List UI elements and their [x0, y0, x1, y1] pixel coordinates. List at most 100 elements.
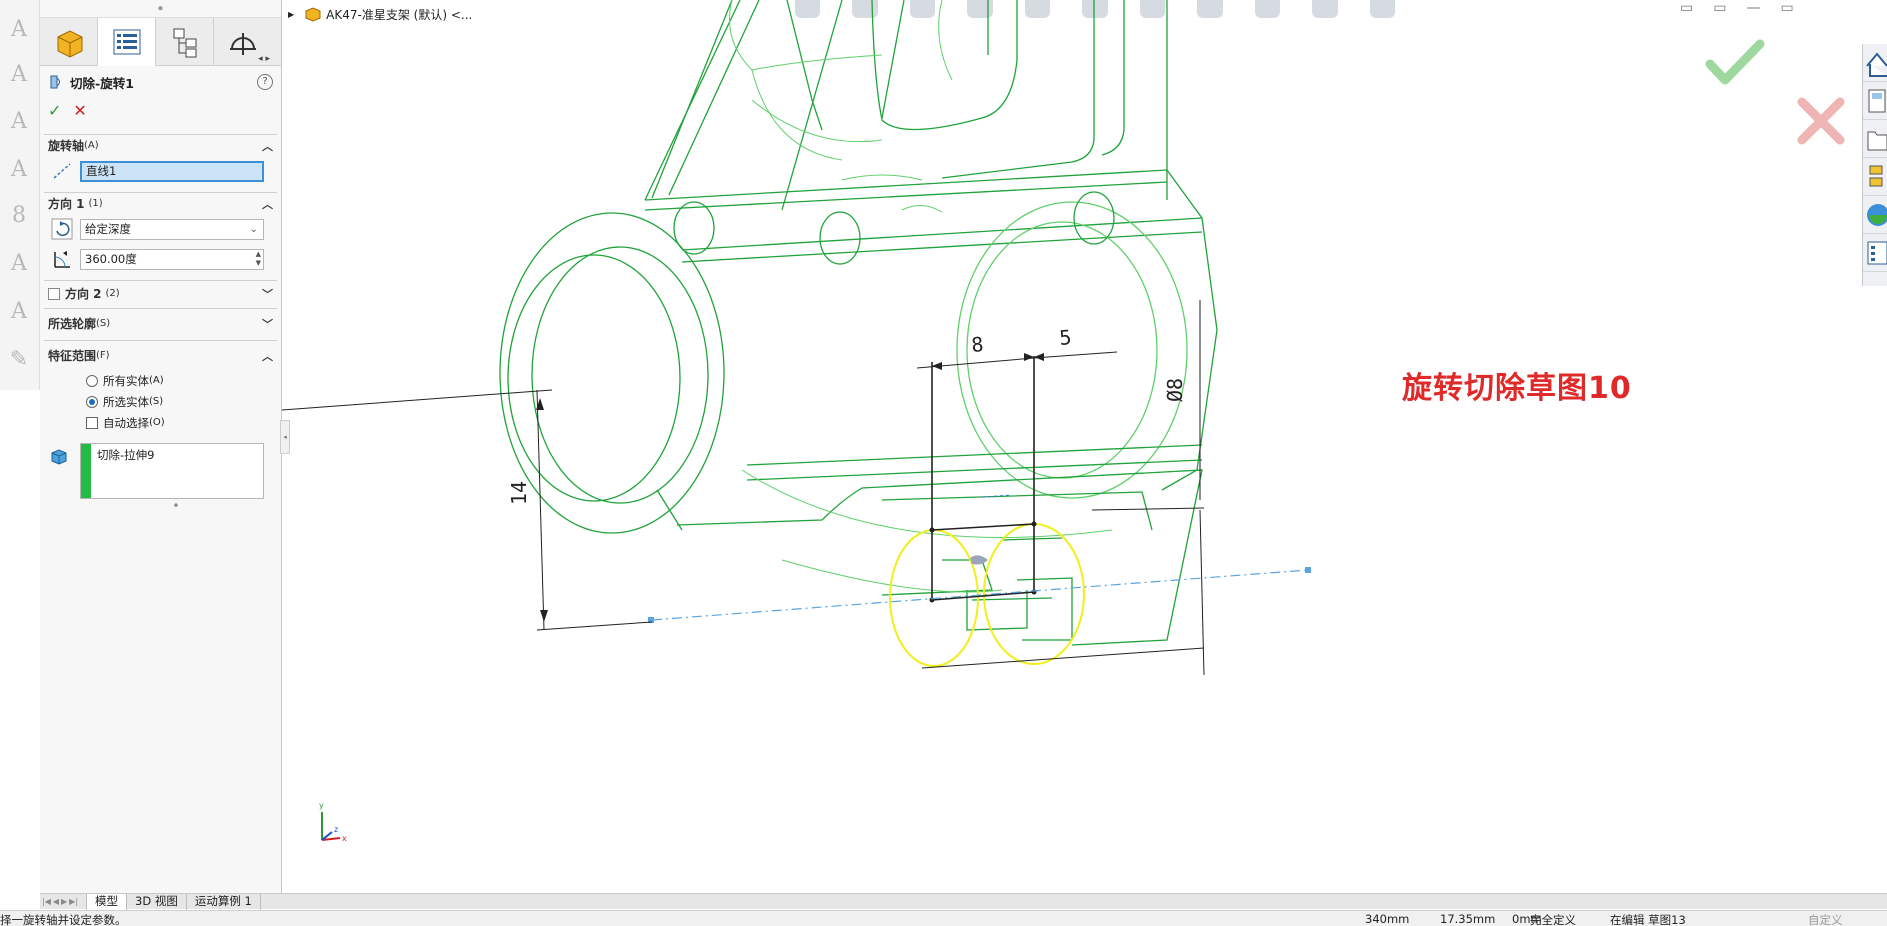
graphics-area[interactable]: 14 8 5 Ø8 y x z [282, 0, 1862, 893]
radio-selected-bodies[interactable] [86, 395, 98, 408]
scope-all-bodies[interactable]: 所有实体 (A) [44, 370, 277, 391]
bodies-listbox[interactable]: 切除-拉伸9 [80, 443, 264, 499]
direction1-group: 方向 1 (1) ︿ 给定深度 ⌄ 360.00度 ▲ ▼ [44, 192, 277, 274]
contours-title: 所选轮廓 [48, 317, 97, 331]
tab-3d-view[interactable]: 3D 视图 [126, 893, 186, 910]
contours-suffix: (S) [96, 318, 111, 329]
status-units[interactable]: 自定义 [1808, 912, 1843, 926]
dimension-5[interactable]: 5 [1058, 325, 1072, 350]
centerline[interactable] [651, 569, 1309, 621]
direction2-header[interactable]: 方向 2 (2) ﹀ [44, 280, 277, 306]
contours-group: 所选轮廓 (S) ﹀ [44, 308, 277, 338]
dimension-8[interactable]: 8 [970, 332, 984, 357]
status-state: 完全定义 [1530, 913, 1576, 926]
home-icon[interactable] [1863, 44, 1887, 82]
custom-properties-icon[interactable] [1863, 234, 1887, 272]
pm-grip[interactable]: ⦁ [40, 0, 281, 18]
direction2-checkbox[interactable] [48, 287, 60, 300]
status-message: 择一旋转轴并设定参数。 [0, 913, 127, 926]
resources-icon[interactable] [1863, 82, 1887, 120]
direction1-suffix: (1) [88, 198, 103, 209]
auto-select-checkbox[interactable] [86, 416, 98, 429]
collapse-chevron-icon[interactable]: ︿ [262, 138, 273, 154]
scope-selected-bodies[interactable]: 所选实体 (S) [44, 391, 277, 412]
chevron-down-icon: ⌄ [249, 223, 258, 235]
pm-header: 切除-旋转1 ? [40, 66, 281, 98]
part-icon [57, 30, 82, 58]
triad-z-label: z [334, 825, 338, 834]
angle-row: 360.00度 ▲ ▼ [44, 244, 277, 274]
tab-scroll-icon[interactable]: ◂ ▸ [258, 54, 270, 64]
auto-select-label: 自动选择 [103, 415, 149, 430]
model-wireframe [499, 0, 1218, 646]
axis-group-header[interactable]: 旋转轴 (A) ︿ [44, 134, 277, 156]
expand-chevron-icon[interactable]: ﹀ [262, 286, 273, 302]
tab-feature-manager[interactable] [40, 18, 98, 66]
triad-x-label: x [342, 834, 347, 843]
end-condition-row: 给定深度 ⌄ [44, 214, 277, 244]
auto-select-suffix: (O) [149, 417, 165, 428]
axis-row: 直线1 [44, 156, 277, 186]
triad-y-label: y [319, 801, 324, 810]
balloon-icon[interactable]: 8 [2, 196, 36, 234]
model-hidden-edges [729, 0, 1113, 593]
config-tree-icon [173, 28, 196, 58]
tab-dimxpert[interactable]: ◂ ▸ [214, 18, 272, 66]
appearances-icon[interactable] [1863, 196, 1887, 234]
angle-value: 360.00度 [85, 251, 137, 266]
axis-group-suffix: (A) [84, 140, 99, 151]
axis-group: 旋转轴 (A) ︿ 直线1 [44, 134, 277, 186]
radio-all-bodies[interactable] [86, 374, 98, 387]
scope-group: 特征范围 (F) ︿ 所有实体 (A) 所选实体 (S) 自动选择 (O) [44, 340, 277, 433]
view-triad: y x z [319, 801, 347, 843]
axis-selection-field[interactable]: 直线1 [80, 160, 264, 182]
cancel-button[interactable]: ✕ [73, 101, 86, 120]
tab-configuration-manager[interactable] [156, 18, 214, 66]
text-tool-icon[interactable]: A [2, 10, 36, 48]
status-x: 340mm [1365, 912, 1410, 926]
annotation-icon[interactable]: A [2, 102, 36, 140]
property-manager: ⦁ ◂ ▸ 切除-旋转1 ? ✓ ✕ 旋转轴 (A) ︿ 直线1 方向 1 (1… [40, 0, 282, 896]
solid-body-icon [50, 448, 68, 469]
collapse-chevron-icon[interactable]: ︿ [262, 196, 273, 212]
body-color-bar [81, 444, 91, 498]
angle-icon [50, 248, 74, 270]
direction2-suffix: (2) [105, 288, 120, 299]
ok-button[interactable]: ✓ [48, 101, 61, 120]
axis-group-title: 旋转轴 [48, 139, 85, 153]
collapse-chevron-icon[interactable]: ︿ [262, 348, 273, 364]
weld-icon[interactable]: A [2, 292, 36, 330]
selected-bodies-label: 所选实体 [103, 394, 149, 409]
scope-header[interactable]: 特征范围 (F) ︿ [44, 340, 277, 370]
selected-bodies-suffix: (S) [149, 396, 164, 407]
body-list-item[interactable]: 切除-拉伸9 [97, 447, 154, 463]
auto-select-row[interactable]: 自动选择 (O) [44, 412, 277, 433]
help-icon[interactable]: ? [257, 74, 273, 90]
tool-icon[interactable]: ✎ [2, 340, 36, 378]
tab-nav-arrows[interactable]: |◀ ◀ ▶ ▶| [40, 897, 78, 906]
file-explorer-icon[interactable] [1863, 120, 1887, 158]
centerline-endpoint[interactable] [1305, 567, 1311, 573]
angle-input[interactable]: 360.00度 ▲ ▼ [80, 248, 264, 270]
sketch-toolbar: A A A A 8 A A ✎ [0, 0, 40, 390]
design-library-icon[interactable] [1863, 158, 1887, 196]
direction1-header[interactable]: 方向 1 (1) ︿ [44, 192, 277, 214]
expand-chevron-icon[interactable]: ﹀ [262, 316, 273, 332]
note-icon[interactable]: A [2, 150, 36, 188]
dimension-14[interactable]: 14 [507, 481, 531, 505]
solidworks-window: A A A A 8 A A ✎ ⦁ ◂ ▸ 切除-旋转1 ? ✓ ✕ 旋转轴 (… [0, 0, 1887, 926]
spin-buttons-icon[interactable]: ▲ ▼ [256, 250, 261, 268]
tab-model[interactable]: 模型 [86, 893, 127, 910]
tab-motion-study[interactable]: 运动算例 1 [185, 893, 261, 910]
property-list-icon [113, 29, 140, 55]
contours-header[interactable]: 所选轮廓 (S) ﹀ [44, 308, 277, 338]
direction2-title: 方向 2 [65, 287, 102, 301]
all-bodies-suffix: (A) [149, 375, 164, 386]
block-icon[interactable]: A [2, 244, 36, 282]
text-style-icon[interactable]: A [2, 55, 36, 93]
dimension-diameter-8[interactable]: Ø8 [1163, 378, 1187, 402]
resize-grip-icon[interactable]: ⦁ [174, 500, 178, 510]
reverse-direction-icon[interactable] [50, 218, 74, 240]
end-condition-select[interactable]: 给定深度 ⌄ [80, 218, 264, 240]
tab-property-manager[interactable] [98, 18, 156, 66]
